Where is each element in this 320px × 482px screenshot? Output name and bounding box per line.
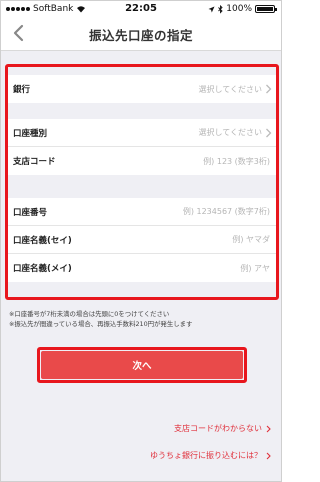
chevron-right-icon xyxy=(266,425,271,432)
yucho-link[interactable]: ゆうちょ銀行に振り込むには？ xyxy=(150,450,271,461)
nav-bar: 振込先口座の指定 xyxy=(1,17,281,51)
status-bar: SoftBank 22:05 100% xyxy=(1,1,281,17)
branch-code-unknown-link[interactable]: 支店コードがわからない xyxy=(174,423,271,434)
battery-percent: 100% xyxy=(226,4,252,14)
note-account-digits: ※口座番号が7桁未満の場合は先頭に0をつけてください xyxy=(9,310,170,318)
status-right: 100% xyxy=(208,4,277,14)
yucho-label: ゆうちょ銀行に振り込むには？ xyxy=(150,451,262,460)
note-refee: ※振込先が間違っている場合、再振込手数料210円が発生します xyxy=(9,319,193,328)
battery-icon xyxy=(255,5,277,13)
page-title: 振込先口座の指定 xyxy=(88,28,193,43)
location-arrow-icon xyxy=(208,6,215,12)
screen: SoftBank 22:05 100% 振込先口座の指定 銀行 選択してください xyxy=(0,0,282,482)
notes: ※口座番号が7桁未満の場合は先頭に0をつけてください ※振込先が間違っている場合… xyxy=(9,310,277,329)
branch-code-unknown-label: 支店コードがわからない xyxy=(174,424,262,433)
next-button[interactable]: 次へ xyxy=(41,351,243,379)
chevron-right-icon xyxy=(266,452,271,459)
form-highlight-outline xyxy=(5,64,279,300)
bluetooth-icon xyxy=(218,4,223,14)
